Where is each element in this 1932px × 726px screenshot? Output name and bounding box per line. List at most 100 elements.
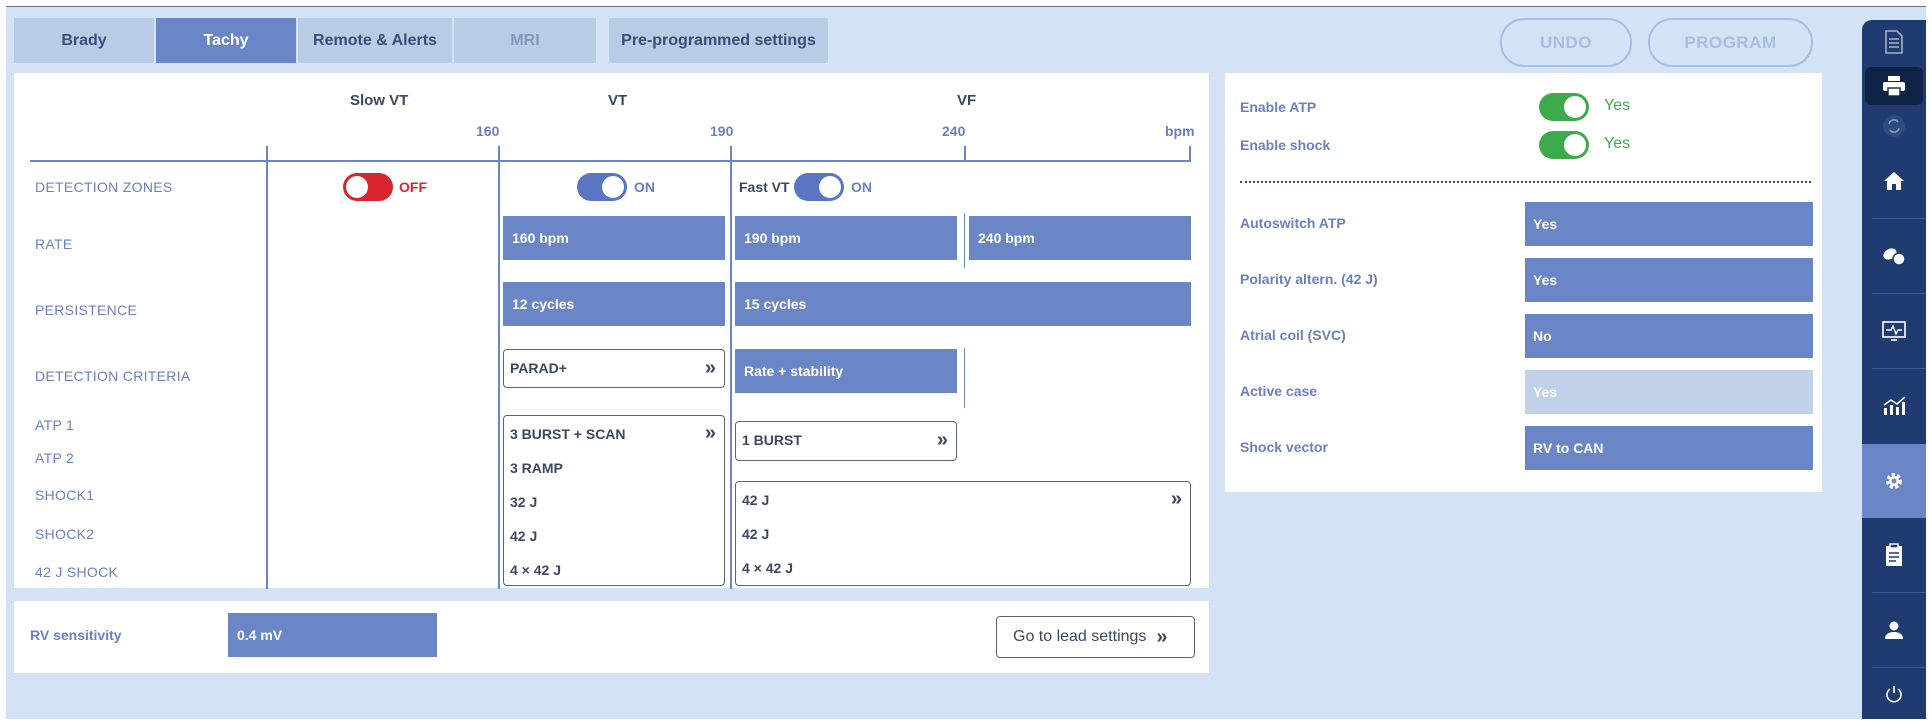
vt-criteria-field[interactable]: PARAD+ » [503, 349, 725, 388]
shock-vector-label: Shock vector [1240, 439, 1328, 455]
fast-vt-toggle-label: ON [851, 179, 872, 195]
fast-vt-rate-field[interactable]: 190 bpm [735, 216, 957, 260]
row-label-42j-shock: 42 J SHOCK [35, 564, 119, 580]
zone-divider-160 [498, 146, 500, 589]
toggle-knob [819, 176, 841, 198]
autoswitch-atp-field[interactable]: Yes [1525, 202, 1813, 246]
vt-toggle[interactable] [577, 173, 627, 201]
section-divider [1240, 181, 1811, 183]
row-label-persistence: PERSISTENCE [35, 302, 138, 318]
fast-vt-atp1-field[interactable]: 1 BURST » [735, 421, 957, 461]
vt-shock2-value: 42 J [510, 528, 538, 544]
zone-header-slow-vt: Slow VT [350, 92, 409, 109]
chevron-right-icon: » [704, 357, 716, 379]
app-window: Brady Tachy Remote & Alerts MRI Pre-prog… [6, 6, 1926, 719]
fast-vt-atp1-value: 1 BURST [742, 432, 802, 448]
home-icon[interactable] [1862, 144, 1926, 218]
chevron-right-icon: » [704, 422, 716, 444]
ecg-monitor-icon[interactable] [1862, 294, 1926, 368]
gear-icon[interactable] [1862, 444, 1926, 518]
zone-header-vt: VT [608, 92, 628, 109]
vt-42j-shock-value: 4 × 42 J [510, 562, 561, 578]
chevron-right-icon: » [1170, 488, 1182, 510]
power-icon[interactable] [1862, 668, 1926, 719]
shock-vector-field[interactable]: RV to CAN [1525, 426, 1813, 470]
zone-divider-slow [266, 146, 268, 589]
vf-shock1-value: 42 J [742, 492, 770, 508]
lead-settings-button-label: Go to lead settings [1013, 628, 1147, 645]
slow-vt-toggle-label: OFF [399, 179, 427, 195]
zone-divider-190 [730, 146, 732, 589]
polarity-alternation-field[interactable]: Yes [1525, 258, 1813, 302]
toggle-knob [1564, 134, 1586, 156]
vt-atp1-value: 3 BURST + SCAN [510, 426, 626, 442]
program-button[interactable]: PROGRAM [1648, 18, 1813, 67]
row-label-atp1: ATP 1 [35, 417, 75, 433]
vf-shock2-value: 42 J [742, 526, 770, 542]
row-label-detection-zones: DETECTION ZONES [35, 179, 173, 195]
active-case-label: Active case [1240, 383, 1318, 399]
toggle-knob [346, 176, 368, 198]
enable-atp-value: Yes [1604, 97, 1631, 114]
enable-shock-toggle[interactable] [1539, 131, 1589, 159]
tab-tachy[interactable]: Tachy [156, 18, 296, 63]
vf-persistence-field[interactable]: 15 cycles [735, 282, 1191, 326]
tab-brady[interactable]: Brady [14, 18, 154, 63]
trend-chart-icon[interactable] [1862, 369, 1926, 443]
tab-remote-alerts[interactable]: Remote & Alerts [298, 18, 452, 63]
zone-tick-240 [964, 146, 966, 162]
clipboard-icon[interactable] [1862, 518, 1926, 592]
sensitivity-panel: RV sensitivity 0.4 mV Go to lead setting… [14, 601, 1209, 673]
enable-atp-toggle[interactable] [1539, 93, 1589, 121]
zone-tick-end [1189, 146, 1191, 162]
tick-190: 190 [710, 123, 734, 139]
vt-persistence-field[interactable]: 12 cycles [503, 282, 725, 326]
row-label-rate: RATE [35, 236, 73, 252]
fast-vt-toggle[interactable] [794, 173, 844, 201]
user-icon[interactable] [1862, 593, 1926, 667]
vt-therapy-box[interactable]: 3 BURST + SCAN » 3 RAMP 32 J 42 J 4 × 42… [503, 415, 725, 586]
vf-divider-criteria [964, 348, 965, 408]
pills-icon[interactable] [1862, 219, 1926, 293]
slow-vt-toggle[interactable] [343, 173, 393, 201]
fast-vt-label: Fast VT [739, 179, 790, 195]
polarity-alternation-label: Polarity altern. (42 J) [1240, 271, 1378, 287]
active-case-field: Yes [1525, 370, 1813, 414]
vt-shock1-value: 32 J [510, 494, 538, 510]
vf-divider-rate [964, 213, 965, 268]
row-label-shock1: SHOCK1 [35, 487, 95, 503]
vt-toggle-label: ON [634, 179, 655, 195]
document-icon[interactable] [1862, 20, 1926, 64]
rv-sensitivity-field[interactable]: 0.4 mV [228, 613, 437, 657]
row-label-detection-criteria: DETECTION CRITERIA [35, 368, 191, 384]
fast-vt-criteria-field[interactable]: Rate + stability [735, 349, 957, 393]
sidebar [1862, 20, 1926, 719]
toggle-knob [1564, 96, 1586, 118]
vt-criteria-value: PARAD+ [510, 360, 567, 376]
lead-settings-button[interactable]: Go to lead settings » [996, 616, 1195, 658]
vf-shock-box[interactable]: 42 J » 42 J 4 × 42 J [735, 481, 1191, 586]
vt-rate-field[interactable]: 160 bpm [503, 216, 725, 260]
zones-panel: Slow VT VT VF 160 190 240 bpm DETECTION … [14, 73, 1209, 589]
atrial-coil-field[interactable]: No [1525, 314, 1813, 358]
toggle-knob [602, 176, 624, 198]
undo-button[interactable]: UNDO [1500, 18, 1632, 67]
printer-icon[interactable] [1862, 66, 1926, 106]
tick-unit: bpm [1165, 123, 1195, 139]
tick-240: 240 [942, 123, 966, 139]
vf-rate-field[interactable]: 240 bpm [969, 216, 1191, 260]
chevron-right-icon: » [936, 429, 948, 451]
zone-axis [30, 160, 1191, 162]
vf-42j-shock-value: 4 × 42 J [742, 560, 793, 576]
autoswitch-atp-label: Autoswitch ATP [1240, 215, 1346, 231]
zone-header-vf: VF [957, 92, 977, 109]
sync-icon [1862, 108, 1926, 144]
tab-preprogrammed-settings[interactable]: Pre-programmed settings [609, 18, 828, 63]
rv-sensitivity-label: RV sensitivity [30, 627, 122, 643]
printer-icon-bg [1865, 67, 1923, 105]
enable-shock-label: Enable shock [1240, 137, 1331, 153]
tick-160: 160 [476, 123, 500, 139]
tab-mri: MRI [454, 18, 596, 63]
enable-shock-value: Yes [1604, 135, 1631, 152]
enable-atp-label: Enable ATP [1240, 99, 1317, 115]
